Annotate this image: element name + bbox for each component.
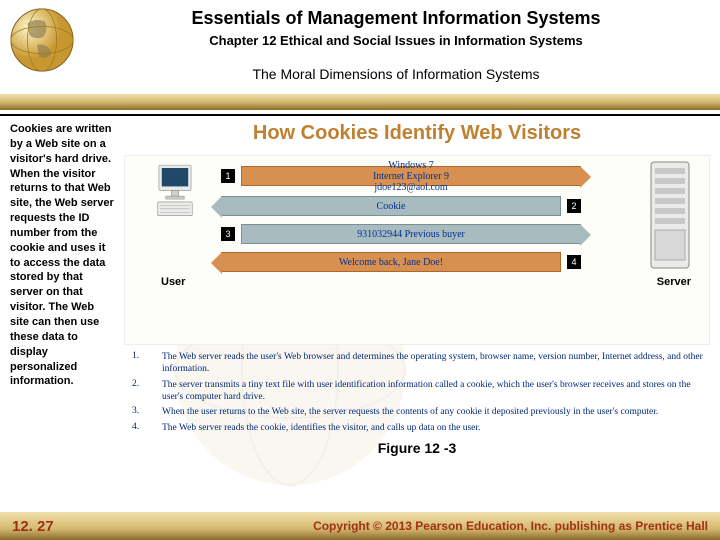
diagram-step-2: 2 Cookie [221, 194, 581, 218]
diagram-step-1: 1 Windows 7 Internet Explorer 9 jdoe123@… [221, 164, 581, 188]
step-item: 1.The Web server reads the user's Web br… [132, 351, 710, 376]
diagram-step-3: 3 931032944 Previous buyer [221, 222, 581, 246]
step-number-badge: 3 [221, 227, 235, 241]
server-icon [649, 160, 691, 270]
arrow-left-icon: Welcome back, Jane Doe! [221, 252, 561, 272]
sidebar-description: Cookies are written by a Web site on a v… [10, 122, 114, 456]
user-computer-icon [143, 164, 207, 218]
arrow-right-icon: Windows 7 Internet Explorer 9 jdoe123@ao… [241, 166, 581, 186]
step-number-badge: 4 [567, 255, 581, 269]
book-title: Essentials of Management Information Sys… [82, 8, 710, 29]
arrow-left-icon: Cookie [221, 196, 561, 216]
step-item: 3.When the user returns to the Web site,… [132, 406, 710, 418]
arrow-text: 931032944 Previous buyer [353, 229, 469, 240]
user-label: User [161, 276, 185, 288]
slide-footer: 12. 27 Copyright © 2013 Pearson Educatio… [0, 512, 720, 540]
step-explanations: 1.The Web server reads the user's Web br… [132, 351, 710, 434]
cookie-diagram: User Server 1 Windows 7 Internet Explore… [124, 155, 710, 345]
diagram-step-4: 4 Welcome back, Jane Doe! [221, 250, 581, 274]
figure-number: Figure 12 -3 [124, 440, 710, 456]
copyright-text: Copyright © 2013 Pearson Education, Inc.… [313, 519, 708, 533]
arrow-text: Welcome back, Jane Doe! [335, 257, 447, 268]
step-item: 4.The Web server reads the cookie, ident… [132, 422, 710, 434]
server-label: Server [657, 276, 691, 288]
content-area: Cookies are written by a Web site on a v… [0, 116, 720, 456]
slide-number: 12. 27 [12, 518, 54, 535]
arrow-right-icon: 931032944 Previous buyer [241, 224, 581, 244]
globe-icon [8, 6, 76, 74]
step-number-badge: 1 [221, 169, 235, 183]
section-title: The Moral Dimensions of Information Syst… [82, 66, 710, 82]
step-item: 2.The server transmits a tiny text file … [132, 379, 710, 404]
arrow-text: Windows 7 Internet Explorer 9 jdoe123@ao… [369, 160, 453, 193]
main-column: How Cookies Identify Web Visitors User S… [124, 122, 710, 456]
slide-header: Essentials of Management Information Sys… [0, 0, 720, 94]
arrow-text: Cookie [373, 201, 410, 212]
divider-gradient [0, 94, 720, 110]
chapter-title: Chapter 12 Ethical and Social Issues in … [82, 33, 710, 48]
step-number-badge: 2 [567, 199, 581, 213]
figure-title: How Cookies Identify Web Visitors [124, 122, 710, 145]
